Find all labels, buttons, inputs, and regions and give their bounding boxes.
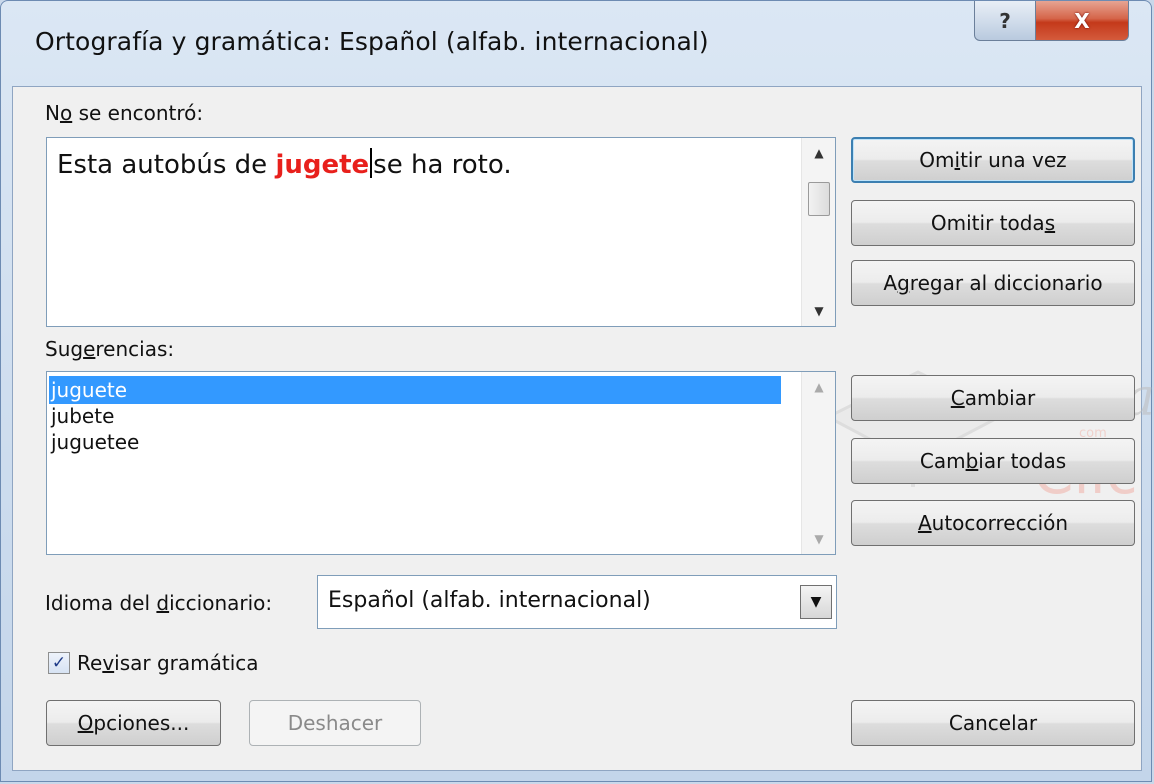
scroll-thumb[interactable] — [808, 182, 830, 216]
not-found-scrollbar[interactable]: ▲ ▼ — [801, 138, 835, 326]
help-icon: ? — [999, 8, 1011, 33]
close-button[interactable]: X — [1035, 1, 1129, 41]
dictionary-language-select[interactable]: Español (alfab. internacional) ▼ — [317, 575, 837, 629]
dialog-body: aula com Clic No se encontró: Esta autob… — [12, 86, 1153, 771]
suggestions-scrollbar[interactable]: ▲ ▼ — [801, 372, 835, 554]
add-to-dictionary-button[interactable]: Ag regar al diccionario — [851, 260, 1135, 306]
scroll-down-icon[interactable]: ▼ — [802, 304, 836, 318]
change-button[interactable]: Cambiar — [851, 375, 1135, 421]
check-grammar-checkbox[interactable]: ✓ — [48, 652, 70, 674]
suggestion-item[interactable]: juguete — [49, 376, 781, 404]
suggestions-label: Sugerencias: — [45, 337, 175, 361]
scroll-up-icon[interactable]: ▲ — [802, 380, 836, 394]
suggestions-list[interactable]: juguete jubete juguetee ▲ ▼ — [46, 371, 836, 555]
close-icon: X — [1074, 8, 1090, 33]
title-bar: Ortografía y gramática: Español (alfab. … — [1, 1, 1151, 86]
window-title: Ortografía y gramática: Español (alfab. … — [35, 27, 709, 56]
suggestion-item[interactable]: jubete — [49, 402, 781, 430]
dictionary-language-value: Español (alfab. internacional) — [328, 588, 651, 613]
suggestion-item[interactable]: juguetee — [49, 428, 781, 456]
spelling-grammar-dialog: Ortografía y gramática: Español (alfab. … — [0, 0, 1153, 782]
change-all-button[interactable]: Cam b iar todas — [851, 438, 1135, 484]
ignore-once-button[interactable]: Om i tir una vez — [851, 137, 1135, 183]
autocorrect-button[interactable]: Autocorrección — [851, 500, 1135, 546]
not-found-textbox[interactable]: Esta autobús de jugete se ha roto. ▲ ▼ — [46, 137, 836, 327]
options-button[interactable]: Opciones... — [46, 700, 221, 746]
scroll-up-icon[interactable]: ▲ — [802, 146, 836, 160]
misspelled-word: jugete — [275, 150, 370, 180]
checkmark-icon: ✓ — [51, 653, 67, 673]
text-caret — [370, 148, 373, 178]
dropdown-button[interactable]: ▼ — [800, 585, 832, 619]
cancel-button[interactable]: Cancelar — [851, 700, 1135, 746]
ignore-all-button[interactable]: Omitir toda s — [851, 200, 1135, 246]
chevron-down-icon: ▼ — [810, 594, 822, 610]
dictionary-language-label: Idioma del diccionario: — [45, 591, 273, 615]
sentence-text: Esta autobús de jugete se ha roto. — [57, 148, 512, 180]
check-grammar-label[interactable]: Revisar gramática — [77, 651, 259, 675]
help-button[interactable]: ? — [974, 1, 1036, 41]
undo-button[interactable]: Deshacer — [249, 700, 421, 746]
not-found-label: No se encontró: — [45, 101, 204, 125]
scroll-down-icon[interactable]: ▼ — [802, 532, 836, 546]
